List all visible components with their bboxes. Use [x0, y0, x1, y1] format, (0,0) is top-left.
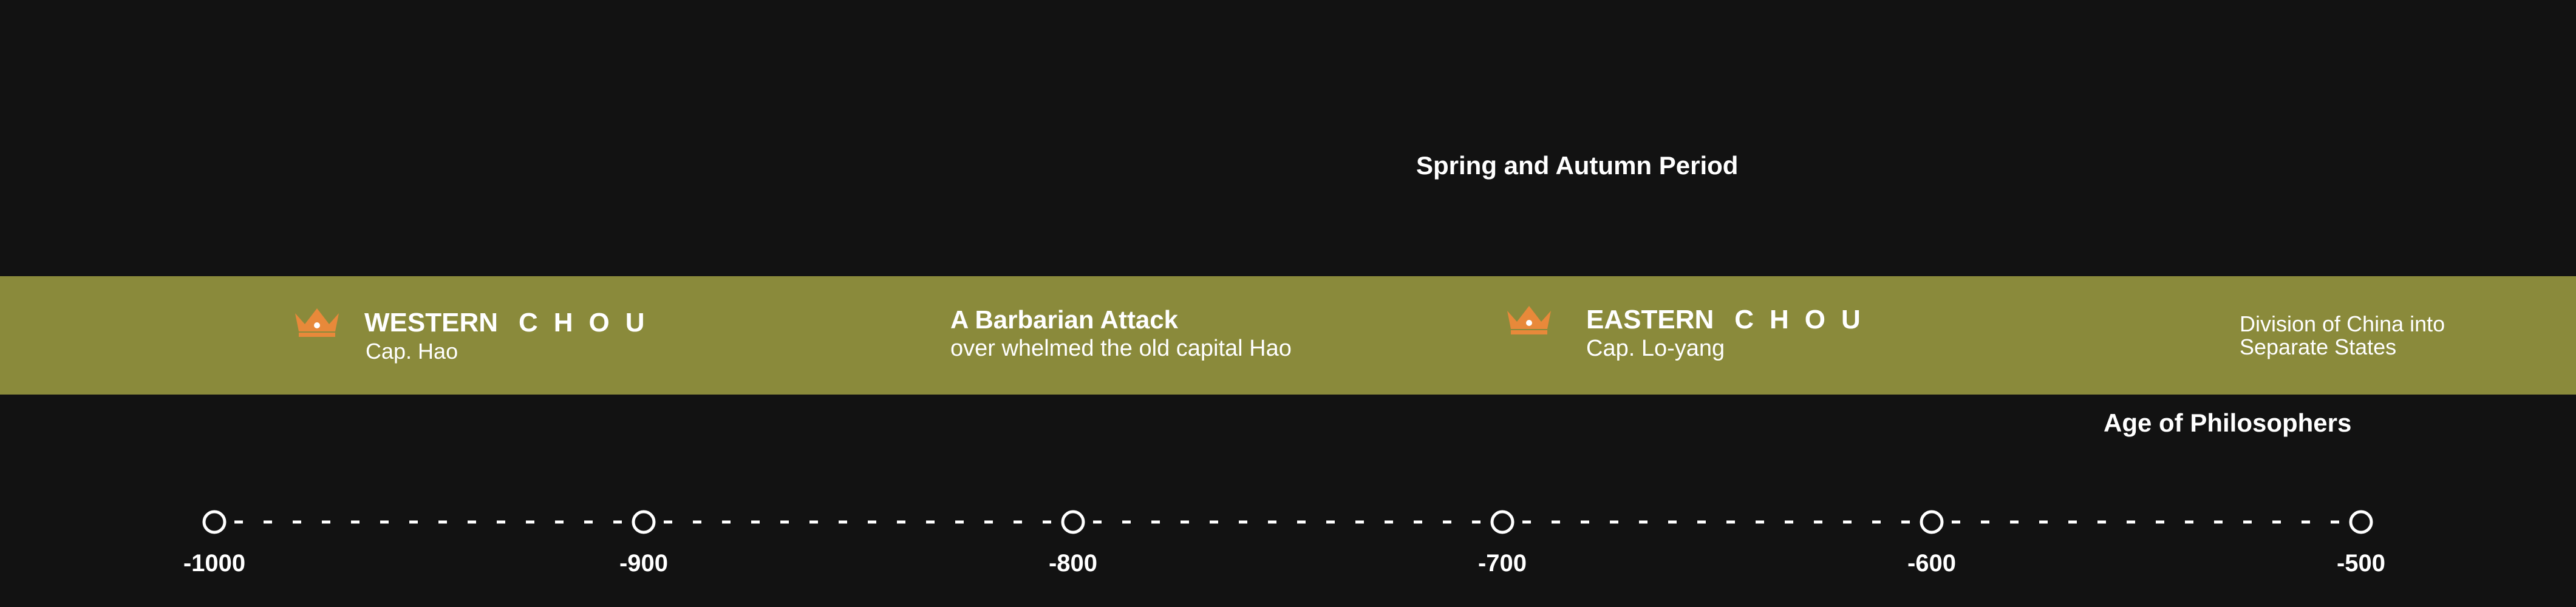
western-chou-title: WESTERN CHOU	[364, 310, 661, 336]
timeline-tick-label: -1000	[183, 550, 246, 577]
age-of-philosophers-label: Age of Philosophers	[2104, 409, 2352, 437]
western-title-dynasty: CHOU	[519, 308, 661, 337]
eastern-chou-title: EASTERN CHOU	[1586, 307, 1876, 333]
timeline-tick-label: -800	[1048, 550, 1098, 577]
barbarian-attack-subtitle: over whelmed the old capital Hao	[950, 336, 1292, 361]
western-title-prefix: WESTERN	[364, 308, 498, 337]
timeline-tick-label: -600	[1907, 550, 1957, 577]
timeline-axis	[202, 510, 2373, 534]
crown-icon	[1507, 306, 1551, 334]
barbarian-attack-title: A Barbarian Attack	[950, 305, 1179, 334]
timeline-tick-label: -900	[619, 550, 669, 577]
western-capital-label: Cap. Hao	[366, 339, 458, 364]
eastern-title-prefix: EASTERN	[1586, 305, 1714, 334]
timeline-tick-marker	[632, 510, 656, 534]
timeline-tick-marker	[1490, 510, 1515, 534]
division-line-2: Separate States	[2240, 334, 2397, 359]
division-of-china-label: Division of China into Separate States	[2240, 313, 2495, 359]
crown-icon	[295, 308, 339, 337]
eastern-capital-label: Cap. Lo-yang	[1586, 336, 1725, 361]
eastern-title-dynasty: CHOU	[1734, 305, 1876, 334]
timeline-canvas: Spring and Autumn Period WESTERN CHOU Cap…	[0, 0, 2576, 607]
division-line-1: Division of China into	[2240, 311, 2445, 336]
timeline-tick-label: -700	[1477, 550, 1527, 577]
timeline-tick-label: -500	[2336, 550, 2386, 577]
timeline-tick-marker	[202, 510, 227, 534]
spring-autumn-period-label: Spring and Autumn Period	[1416, 151, 1739, 180]
timeline-tick-marker	[1920, 510, 1944, 534]
timeline-tick-marker	[1061, 510, 1085, 534]
timeline-tick-marker	[2349, 510, 2373, 534]
